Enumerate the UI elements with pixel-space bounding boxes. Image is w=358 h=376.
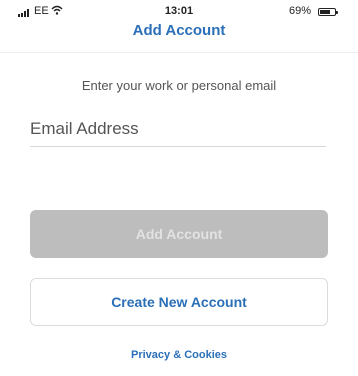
create-new-account-button[interactable]: Create New Account — [30, 278, 328, 326]
header-divider — [0, 52, 358, 53]
create-new-account-button-label: Create New Account — [111, 294, 247, 310]
privacy-cookies-link[interactable]: Privacy & Cookies — [0, 349, 358, 361]
status-bar: EE 13:01 69% — [0, 0, 358, 20]
add-account-screen: EE 13:01 69% Add Account Enter your work… — [0, 0, 358, 376]
page-title: Add Account — [132, 22, 226, 39]
email-prompt: Enter your work or personal email — [81, 78, 277, 93]
battery-icon — [318, 8, 338, 16]
add-account-button[interactable]: Add Account — [30, 210, 328, 258]
email-address-input[interactable] — [30, 112, 326, 147]
battery-percent: 69% — [288, 5, 311, 17]
battery-level-fill — [320, 10, 330, 14]
add-account-button-label: Add Account — [135, 226, 223, 242]
